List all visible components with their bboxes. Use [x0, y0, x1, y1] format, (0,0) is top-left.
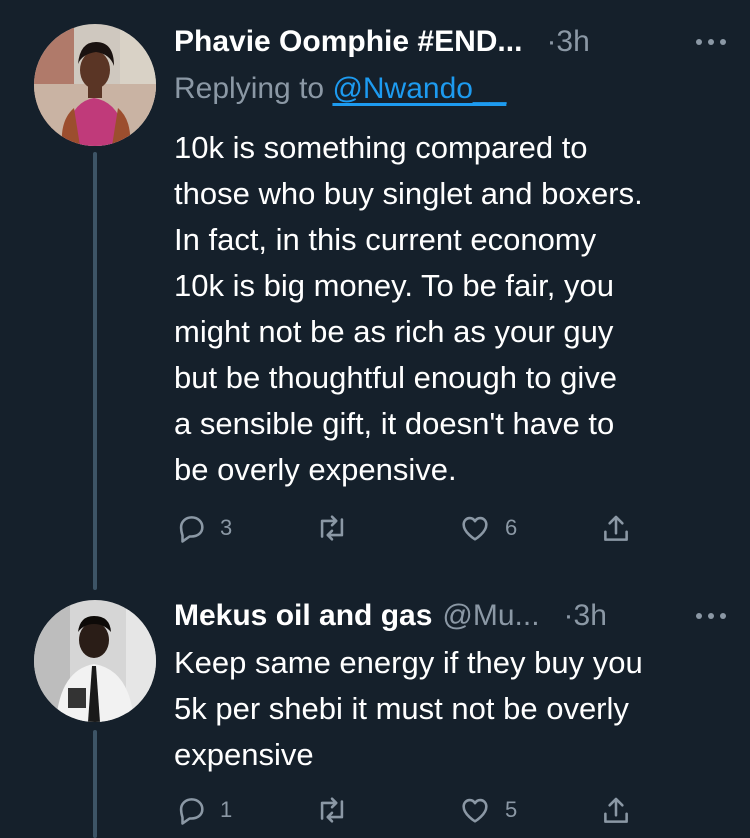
avatar[interactable]: [34, 24, 156, 146]
avatar-photo: [34, 600, 156, 722]
share-button[interactable]: [599, 793, 633, 829]
tweet[interactable]: Mekus oil and gas @Mu... ·3h Keep same e…: [0, 590, 750, 838]
tweet-text-line: those who buy singlet and boxers.: [174, 176, 643, 211]
reply-button[interactable]: 1: [174, 793, 232, 827]
retweet-button[interactable]: [314, 793, 362, 827]
like-count: 5: [505, 797, 518, 822]
tweet-text-line: might not be as rich as your guy: [174, 314, 614, 349]
timestamp[interactable]: ·3h: [532, 25, 589, 59]
share-icon: [604, 797, 628, 823]
retweet-icon: [320, 797, 344, 823]
tweet-text: 10k is something compared to those who b…: [174, 125, 734, 493]
tweet-text-line: 10k is something compared to: [174, 130, 588, 165]
reply-count: 3: [220, 515, 233, 540]
replying-prefix: Replying to: [174, 72, 333, 105]
retweet-icon: [320, 515, 344, 541]
like-button[interactable]: 6: [457, 511, 517, 545]
replying-to: Replying to @Nwando__: [174, 72, 506, 106]
tweet-text-line: 5k per shebi it must not be overly: [174, 691, 629, 726]
reply-icon: [179, 516, 204, 543]
timestamp[interactable]: ·3h: [550, 599, 607, 633]
tweet[interactable]: Phavie Oomphie #END... ·3h Replying to @…: [0, 0, 750, 590]
reply-button[interactable]: 3: [174, 511, 232, 545]
user-handle[interactable]: @Mu...: [442, 599, 539, 633]
tweet-text-line: In fact, in this current economy: [174, 222, 597, 257]
like-button[interactable]: 5: [457, 793, 517, 827]
tweet-text-line: be overly expensive.: [174, 452, 457, 487]
share-icon: [604, 515, 628, 541]
like-count: 6: [505, 515, 518, 540]
more-icon[interactable]: [696, 37, 726, 47]
tweet-text-line: a sensible gift, it doesn't have to: [174, 406, 615, 441]
heart-icon: [462, 798, 488, 823]
reply-count: 1: [220, 797, 233, 822]
tweet-text: Keep same energy if they buy you 5k per …: [174, 640, 734, 778]
tweet-actions: 1 5: [174, 793, 654, 833]
avatar-photo: [34, 24, 156, 146]
display-name[interactable]: Mekus oil and gas: [174, 599, 432, 633]
reply-mention-link[interactable]: @Nwando__: [332, 72, 506, 105]
tweet-header: Phavie Oomphie #END... ·3h: [174, 22, 710, 62]
tweet-text-line: 10k is big money. To be fair, you: [174, 268, 614, 303]
tweet-actions: 3 6: [174, 511, 654, 551]
avatar[interactable]: [34, 600, 156, 722]
share-button[interactable]: [599, 511, 633, 547]
heart-icon: [462, 516, 488, 541]
tweet-text-line: but be thoughtful enough to give: [174, 360, 617, 395]
reply-icon: [179, 798, 204, 825]
display-name[interactable]: Phavie Oomphie #END...: [174, 25, 522, 59]
tweet-header: Mekus oil and gas @Mu... ·3h: [174, 596, 710, 636]
tweet-text-line: Keep same energy if they buy you: [174, 645, 643, 680]
more-icon[interactable]: [696, 611, 726, 621]
retweet-button[interactable]: [314, 511, 362, 545]
tweet-text-line: expensive: [174, 737, 314, 772]
